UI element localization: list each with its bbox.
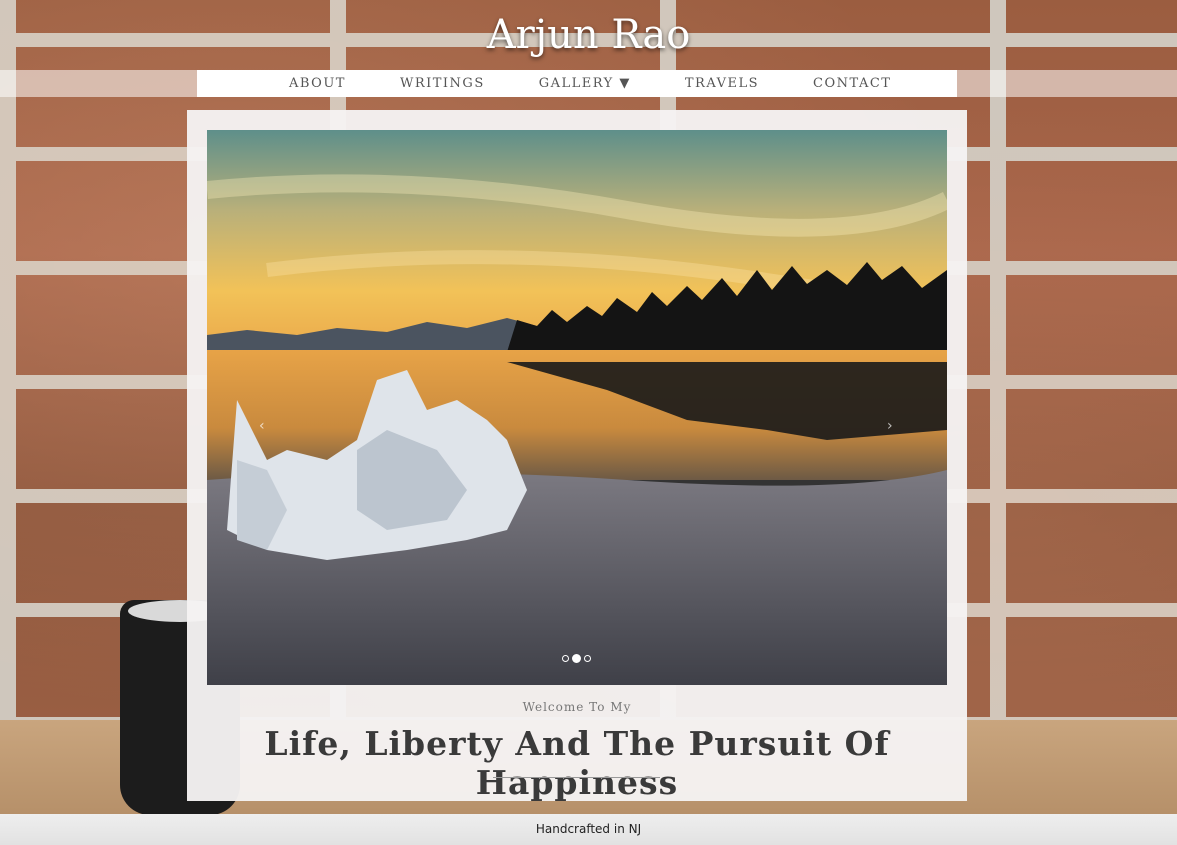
nav-writings[interactable]: WRITINGS	[400, 76, 485, 91]
lake-sunset-photo	[207, 130, 947, 685]
carousel-next-button[interactable]: ›	[887, 418, 893, 434]
content-card: ‹ › Welcome To My Life, Liberty And The …	[187, 110, 967, 802]
carousel-dot-1[interactable]	[562, 655, 569, 662]
nav-contact[interactable]: CONTACT	[813, 76, 891, 91]
headline-divider	[493, 777, 660, 778]
site-footer: Handcrafted in NJ	[0, 814, 1177, 845]
carousel-dot-3[interactable]	[584, 655, 591, 662]
image-carousel[interactable]: ‹ ›	[207, 130, 947, 685]
carousel-dot-2[interactable]	[572, 654, 581, 663]
footer-text: Handcrafted in NJ	[535, 822, 642, 836]
nav-gallery-dropdown[interactable]: GALLERY ▼	[539, 76, 631, 91]
site-title[interactable]: Arjun Rao	[0, 12, 1177, 58]
main-nav: ABOUT WRITINGS GALLERY ▼ TRAVELS CONTACT	[197, 70, 957, 97]
hero-headline: Life, Liberty And The Pursuit Of Happine…	[264, 724, 890, 802]
nav-about[interactable]: ABOUT	[289, 76, 346, 91]
nav-travels[interactable]: TRAVELS	[685, 76, 759, 91]
carousel-prev-button[interactable]: ‹	[259, 418, 265, 434]
carousel-indicators	[562, 654, 591, 663]
welcome-text: Welcome To My	[522, 700, 632, 714]
